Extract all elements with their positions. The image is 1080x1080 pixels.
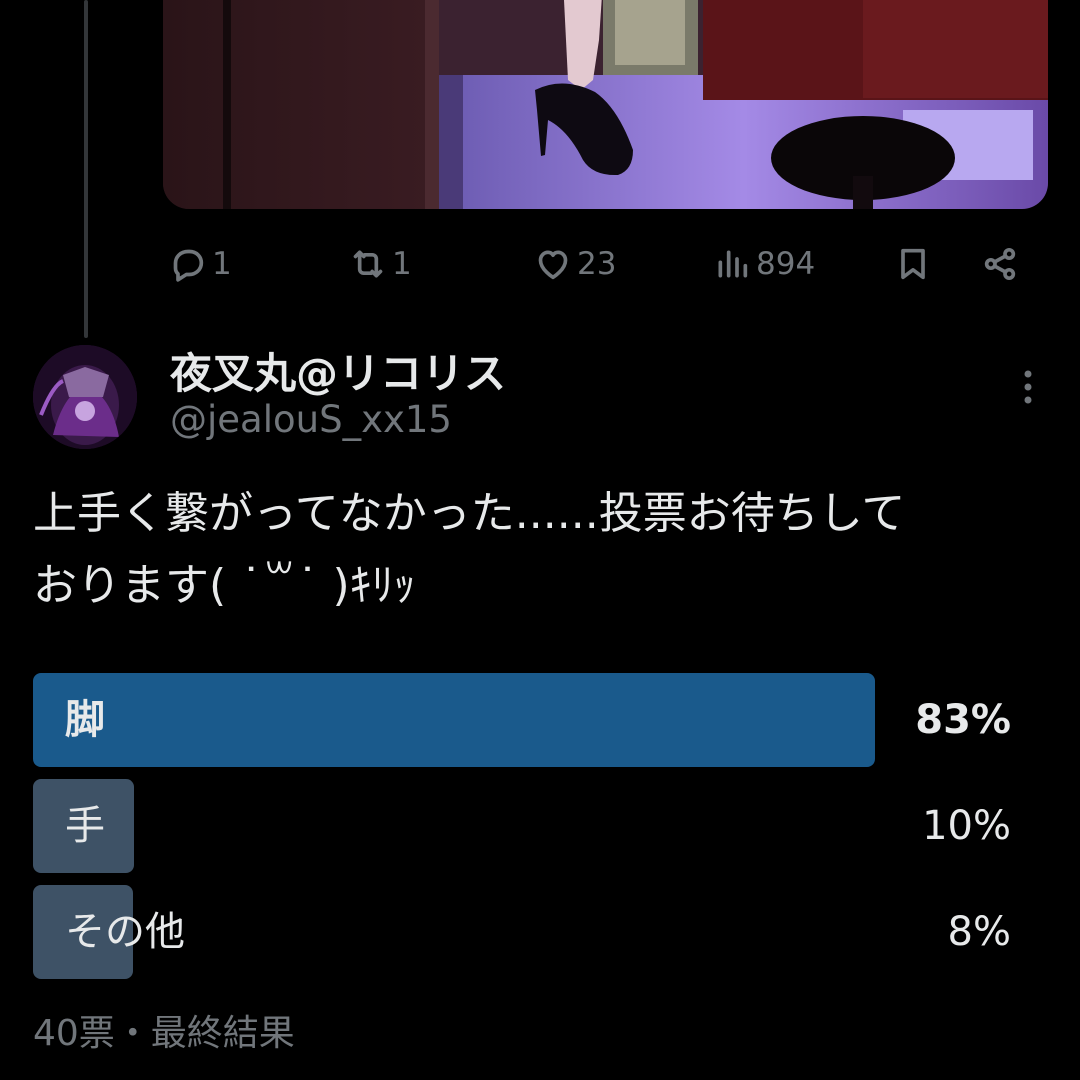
reply-icon (173, 249, 204, 282)
reply-count: 1 (212, 246, 232, 282)
poll-option-percent: 83% (915, 697, 1011, 743)
poll-option-label: 手 (65, 803, 105, 849)
share-button[interactable] (980, 236, 1020, 292)
poll-option-2[interactable]: 手 10% (33, 779, 1047, 873)
poll-option-percent: 10% (922, 803, 1011, 849)
tweet-media-image[interactable] (163, 0, 1048, 209)
poll-option-3[interactable]: その他 8% (33, 885, 1047, 979)
retweet-button[interactable]: 1 (348, 236, 412, 292)
poll-bar-1 (33, 673, 875, 767)
views-count: 894 (756, 246, 816, 282)
reply-button[interactable]: 1 (168, 236, 232, 292)
views-button[interactable]: 894 (712, 236, 815, 292)
avatar[interactable] (33, 345, 137, 449)
author-display-name[interactable]: 夜叉丸@リコリス (170, 340, 506, 401)
retweet-count: 1 (392, 246, 412, 282)
poll-footer: 40票・最終結果 (33, 1013, 295, 1054)
bookmark-button[interactable] (893, 236, 933, 292)
bookmark-icon (901, 248, 925, 280)
views-icon (718, 250, 748, 278)
poll-option-percent: 8% (947, 909, 1011, 955)
poll-option-label: 脚 (65, 697, 105, 743)
like-count: 23 (577, 246, 617, 282)
share-icon (984, 248, 1016, 280)
tweet-text: 上手く繋がってなかった......投票お待ちして おります( ˙꒳˙ )ｷﾘｯ (33, 488, 906, 611)
like-button[interactable]: 23 (533, 236, 616, 292)
heart-icon (538, 250, 568, 280)
tweet-action-bar: 1 1 23 894 (0, 236, 1080, 292)
retweet-icon (353, 250, 383, 278)
author-handle[interactable]: @jealouS_xx15 (170, 398, 452, 441)
poll-option-1[interactable]: 脚 83% (33, 673, 1047, 767)
poll-option-label: その他 (65, 909, 185, 955)
more-options-icon[interactable] (1010, 368, 1046, 408)
